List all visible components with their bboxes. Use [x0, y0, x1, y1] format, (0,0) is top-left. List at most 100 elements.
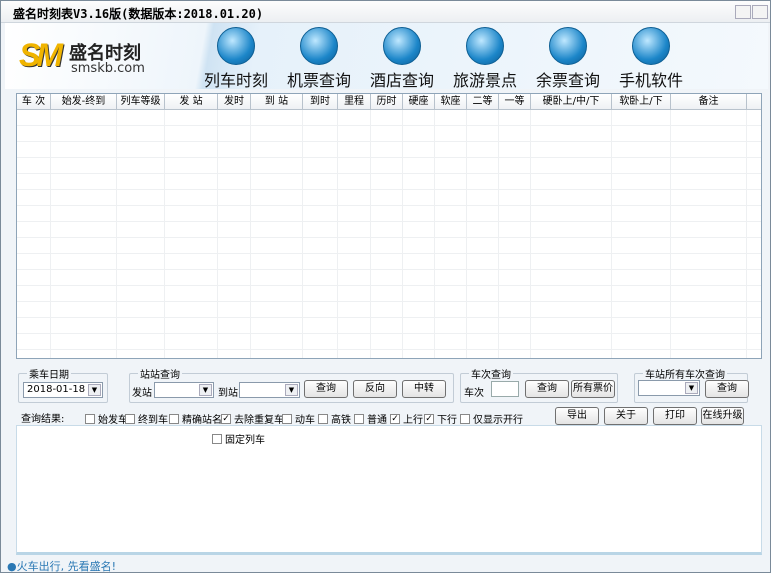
column-divider [50, 110, 51, 358]
checkbox-filter[interactable]: ✓ 上行 [390, 411, 423, 426]
column-header[interactable]: 里程 [338, 94, 371, 109]
train-query-button[interactable]: 查询 [525, 380, 569, 398]
checkbox-box[interactable] [125, 413, 135, 424]
nav-globe[interactable]: 旅游景点 [444, 27, 526, 90]
from-station-label: 发站 [132, 388, 152, 399]
checkbox-box[interactable] [460, 413, 470, 424]
checkbox-filter[interactable]: 仅显示开行 [460, 411, 523, 426]
nav-hotel[interactable]: 酒店查询 [361, 27, 443, 90]
title-bar: 盛名时刻表V3.16版(数据版本:2018.01.20) [1, 1, 770, 23]
column-divider [746, 110, 747, 358]
station-all-query-button[interactable]: 查询 [705, 380, 749, 398]
column-header[interactable]: 备注 [671, 94, 747, 109]
column-header[interactable]: 列车等级 [117, 94, 165, 109]
results-label: 查询结果: [21, 414, 65, 425]
column-header[interactable]: 历时 [371, 94, 403, 109]
checkbox-box[interactable] [85, 413, 95, 424]
checkbox-label: 始发车 [98, 415, 128, 426]
checkbox-filter[interactable]: ✓ 下行 [424, 411, 457, 426]
checkbox-filter[interactable]: 高铁 [318, 411, 351, 426]
checkbox-filter[interactable]: ✓ 去除重复车 [221, 411, 284, 426]
reverse-button[interactable]: 反向 [353, 380, 397, 398]
dropdown-arrow-icon[interactable]: ▼ [199, 384, 212, 396]
upgrade-button[interactable]: 在线升级 [701, 407, 744, 425]
nav-airplane[interactable]: 机票查询 [278, 27, 360, 90]
checkbox-label: 下行 [437, 415, 457, 426]
window-title: 盛名时刻表V3.16版(数据版本:2018.01.20) [13, 7, 264, 21]
to-station-select[interactable]: ▼ [239, 382, 300, 398]
checkbox-filter[interactable]: 始发车 [85, 411, 128, 426]
column-header[interactable]: 软座 [435, 94, 467, 109]
column-header[interactable]: 硬座 [403, 94, 435, 109]
nav-windows[interactable]: 余票查询 [527, 27, 609, 90]
logo-site: smskb.com [71, 61, 145, 76]
checkbox-box[interactable]: ✓ [424, 413, 434, 424]
status-text: ●火车出行, 先看盛名! [7, 560, 117, 573]
table-header: 车 次始发-终到 列车等级发 站发时到 站到时 里程 历时 硬座 软座 二等 一等 硬卧上/中/… [17, 94, 761, 110]
nav-java[interactable]: 手机软件 [610, 27, 692, 90]
checkbox-box[interactable] [282, 413, 292, 424]
station-query-button[interactable]: 查询 [304, 380, 348, 398]
column-header[interactable]: 始发-终到 [51, 94, 117, 109]
nav-label: 机票查询 [286, 71, 351, 90]
column-header[interactable]: 发 站 [165, 94, 218, 109]
checkbox-box[interactable] [212, 433, 222, 444]
column-divider [337, 110, 338, 358]
column-divider [466, 110, 467, 358]
column-header[interactable]: 硬卧上/中/下 [531, 94, 612, 109]
checkbox-box[interactable]: ✓ [221, 413, 231, 424]
checkbox-label: 仅显示开行 [473, 415, 523, 426]
checkbox-box[interactable]: ✓ [390, 413, 400, 424]
train-icon [217, 27, 255, 65]
checkbox-label: 上行 [403, 415, 423, 426]
checkbox-filter[interactable]: 普通 [354, 411, 387, 426]
hotel-icon [383, 27, 421, 65]
date-picker[interactable]: 2018-01-18 ▼ [23, 382, 103, 398]
column-divider [670, 110, 671, 358]
train-table[interactable]: 车 次始发-终到 列车等级发 站发时到 站到时 里程 历时 硬座 软座 二等 一等 硬卧上/中/… [16, 93, 762, 359]
checkbox-filter[interactable]: 动车 [282, 411, 315, 426]
globe-icon [466, 27, 504, 65]
all-prices-button[interactable]: 所有票价 [571, 380, 615, 398]
checkbox-box[interactable] [354, 413, 364, 424]
checkbox-box[interactable] [318, 413, 328, 424]
column-divider [402, 110, 403, 358]
checkbox-filter[interactable]: 精确站名 [169, 411, 222, 426]
dropdown-arrow-icon[interactable]: ▼ [685, 382, 698, 394]
banner: SM 盛名时刻 smskb.com 列车时刻 机票查询 酒店查询 旅游景点 余票查询 手机… [5, 23, 768, 90]
column-header[interactable]: 到 站 [251, 94, 303, 109]
column-header[interactable]: 一等 [499, 94, 531, 109]
from-station-select[interactable]: ▼ [154, 382, 214, 398]
checkbox-label: 精确站名 [182, 415, 222, 426]
airplane-icon [300, 27, 338, 65]
nav-train[interactable]: 列车时刻 [195, 27, 277, 90]
column-header[interactable]: 车 次 [17, 94, 51, 109]
checkbox-filter[interactable]: 终到车 [125, 411, 168, 426]
train-number-input[interactable] [491, 381, 519, 397]
table-body[interactable] [17, 110, 761, 358]
column-header[interactable]: 发时 [218, 94, 251, 109]
about-button[interactable]: 关于 [604, 407, 648, 425]
minimize-button[interactable] [735, 5, 751, 19]
date-group: 乘车日期 2018-01-18 ▼ [18, 366, 108, 403]
checkbox-fixed-train[interactable]: 固定列车 [212, 431, 265, 446]
column-header[interactable]: 到时 [303, 94, 338, 109]
column-divider [116, 110, 117, 358]
checkbox-label: 普通 [367, 415, 387, 426]
export-button[interactable]: 导出 [555, 407, 599, 425]
dropdown-arrow-icon[interactable]: ▼ [285, 384, 298, 396]
java-icon [632, 27, 670, 65]
checkbox-label: 动车 [295, 415, 315, 426]
column-header[interactable]: 软卧上/下 [612, 94, 671, 109]
dropdown-arrow-icon[interactable]: ▼ [88, 384, 101, 396]
column-header[interactable]: 二等 [467, 94, 499, 109]
nav-label: 手机软件 [618, 71, 683, 90]
station-select[interactable]: ▼ [638, 380, 700, 396]
transfer-button[interactable]: 中转 [402, 380, 446, 398]
station-all-trains-label: 车站所有车次查询 [643, 366, 727, 381]
print-button[interactable]: 打印 [653, 407, 697, 425]
checkbox-label: 终到车 [138, 415, 168, 426]
checkbox-box[interactable] [169, 413, 179, 424]
to-station-label: 到站 [218, 388, 238, 399]
maximize-button[interactable] [752, 5, 768, 19]
